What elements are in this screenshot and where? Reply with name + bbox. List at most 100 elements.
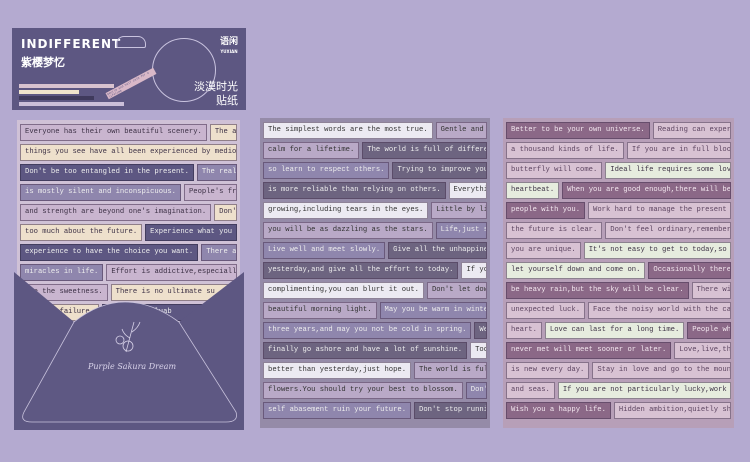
- sticker: Face the noisy world with the calmest: [588, 302, 731, 319]
- logo: 语闲 YUXIAN: [220, 38, 238, 56]
- sticker: is mostly silent and inconspicuous.: [20, 184, 181, 201]
- sticker-row: Live well and meet slowly. Give all the u…: [263, 242, 487, 259]
- sticker-row: and seas. If you are not particularly luc…: [506, 382, 731, 399]
- sticker: The world is full of differences,: [362, 142, 487, 159]
- sticker-row: Everyone has their own beautiful scenery…: [20, 124, 237, 141]
- sticker: The simplest words are the most true.: [263, 122, 433, 139]
- logo-en: YUXIAN: [220, 49, 238, 54]
- hang-hole-icon: [116, 36, 146, 48]
- sticker: Work hard to manage the present until: [588, 202, 731, 219]
- logo-cn: 语闲: [219, 37, 238, 47]
- sticker: We will: [474, 322, 487, 339]
- sticker-row: Better to be your own universe. Reading c…: [506, 122, 731, 139]
- sticker: If you are in full bloom,the: [626, 142, 731, 159]
- sticker-row: finally go ashore and have a lot of suns…: [263, 342, 487, 359]
- sticker-row: experience to have the choice you want. T…: [20, 244, 237, 261]
- sticker: a thousand kinds of life.: [506, 142, 624, 159]
- sticker: It's not easy to get to today,so don't: [583, 242, 731, 259]
- sticker-row: is new every day. Stay in love and go to …: [506, 362, 731, 379]
- sticker: too much about the future.: [20, 224, 143, 241]
- sticker: is new every day.: [506, 362, 590, 379]
- sticker-row: flowers.You should try your best to blos…: [263, 382, 487, 399]
- sticker: Ideal life requires some love and: [605, 162, 731, 179]
- sticker-row: heart. Love can last for a long time. Peop…: [506, 322, 731, 339]
- sticker: Life,just smile.: [435, 222, 487, 239]
- sticker: Better to be your own universe.: [506, 122, 650, 139]
- sticker-row: people with you. Work hard to manage the …: [506, 202, 731, 219]
- sticker-row: Don't be too entangled in the present. Th…: [20, 164, 237, 181]
- sticker-row: calm for a lifetime. The world is full of…: [263, 142, 487, 159]
- sticker: Don't worry: [214, 204, 237, 221]
- sticker: Gentle and half.: [435, 122, 487, 139]
- sticker-row: you are unique. It's not easy to get to t…: [506, 242, 731, 259]
- sticker-row: beautiful morning light. May you be warm …: [263, 302, 487, 319]
- sticker-row: you will be as dazzling as the stars. Lif…: [263, 222, 487, 239]
- sticker-sheet-right: Better to be your own universe. Reading c…: [503, 118, 734, 428]
- sticker: Don't let: [465, 382, 487, 399]
- sticker-row: yesterday,and give all the effort to tod…: [263, 262, 487, 279]
- sticker-row: better than yesterday,just hope. The worl…: [263, 362, 487, 379]
- subtitle-cn: 淡漠时光 贴纸: [194, 80, 238, 108]
- sticker-row: is more reliable than relying on others.…: [263, 182, 487, 199]
- sticker: The real effort: [196, 164, 237, 181]
- sticker: flowers.You should try your best to blos…: [263, 382, 463, 399]
- sticker: If you are: [461, 262, 487, 279]
- sticker-row: self abasement ruin your future. Don't st…: [263, 402, 487, 419]
- sticker-row: heartbeat. When you are good enough,there…: [506, 182, 731, 199]
- sticker: May you be warm in winter for: [379, 302, 487, 319]
- sticker-row: be heavy rain,but the sky will be clear.…: [506, 282, 731, 299]
- sticker: Hidden ambition,quietly shines.: [613, 402, 731, 419]
- sticker-row: is mostly silent and inconspicuous. Peopl…: [20, 184, 237, 201]
- sticker: is more reliable than relying on others.: [263, 182, 446, 199]
- sticker: Reading can experience: [652, 122, 731, 139]
- sticker: Today is: [470, 342, 487, 359]
- sticker-row: so learn to respect others. Trying to imp…: [263, 162, 487, 179]
- sticker: If you are not particularly lucky,work h…: [557, 382, 731, 399]
- sticker: The amazing: [209, 124, 237, 141]
- sticker: Everyone has their own beautiful scenery…: [20, 124, 207, 141]
- sticker: butterfly will come.: [506, 162, 603, 179]
- sticker-row: butterfly will come. Ideal life requires …: [506, 162, 731, 179]
- sticker: and strength are beyond one's imaginatio…: [20, 204, 212, 221]
- sticker: Don't stop running.: [414, 402, 487, 419]
- sticker: Experience what you have to: [145, 224, 237, 241]
- sticker: finally go ashore and have a lot of suns…: [263, 342, 468, 359]
- subtitle-line-2: 贴纸: [216, 94, 238, 107]
- sticker: heartbeat.: [506, 182, 560, 199]
- sticker: Occasionally there will: [648, 262, 731, 279]
- sticker: The world is full of: [414, 362, 487, 379]
- sticker: the future is clear.: [506, 222, 603, 239]
- sticker: When you are good enough,there will be g…: [562, 182, 731, 199]
- sticker: People who have: [687, 322, 731, 339]
- sticker: Stay in love and go to the mountains: [592, 362, 731, 379]
- sticker-row: Wish you a happy life. Hidden ambition,qu…: [506, 402, 731, 419]
- product-title-cn: 紫樱梦忆: [21, 56, 65, 69]
- sticker-row: the future is clear. Don't feel ordinary,…: [506, 222, 731, 239]
- sticker: you will be as dazzling as the stars.: [263, 222, 433, 239]
- sticker-sheet-middle: The simplest words are the most true. Gen…: [260, 118, 490, 428]
- sticker: Live well and meet slowly.: [263, 242, 386, 259]
- sticker: better than yesterday,just hope.: [263, 362, 412, 379]
- sticker-row: never met will meet sooner or later. Love…: [506, 342, 731, 359]
- sticker: Love can last for a long time.: [544, 322, 685, 339]
- sticker-row: complimenting,you can blurt it out. Don't…: [263, 282, 487, 299]
- brand-name: INDIFFERENT: [21, 37, 122, 51]
- sticker-row: too much about the future. Experience wha…: [20, 224, 237, 241]
- sticker-row: The simplest words are the most true. Gen…: [263, 122, 487, 139]
- sticker: Wish you a happy life.: [506, 402, 611, 419]
- sticker: let yourself down and come on.: [506, 262, 646, 279]
- sticker: heart.: [506, 322, 542, 339]
- sticker-row: let yourself down and come on. Occasional…: [506, 262, 731, 279]
- sticker: People's fragility: [183, 184, 237, 201]
- sticker-row: three years,and may you not be cold in s…: [263, 322, 487, 339]
- sticker: growing,including tears in the eyes.: [263, 202, 429, 219]
- envelope: [14, 272, 244, 430]
- sticker: things you see have all been experienced…: [20, 144, 237, 161]
- sticker: be heavy rain,but the sky will be clear.: [506, 282, 689, 299]
- sticker: and seas.: [506, 382, 555, 399]
- sticker: Don't let down the: [426, 282, 487, 299]
- sticker-row: unexpected luck. Face the noisy world wit…: [506, 302, 731, 319]
- sticker: so learn to respect others.: [263, 162, 390, 179]
- sticker: Don't feel ordinary,remember that: [605, 222, 731, 239]
- sticker: yesterday,and give all the effort to tod…: [263, 262, 459, 279]
